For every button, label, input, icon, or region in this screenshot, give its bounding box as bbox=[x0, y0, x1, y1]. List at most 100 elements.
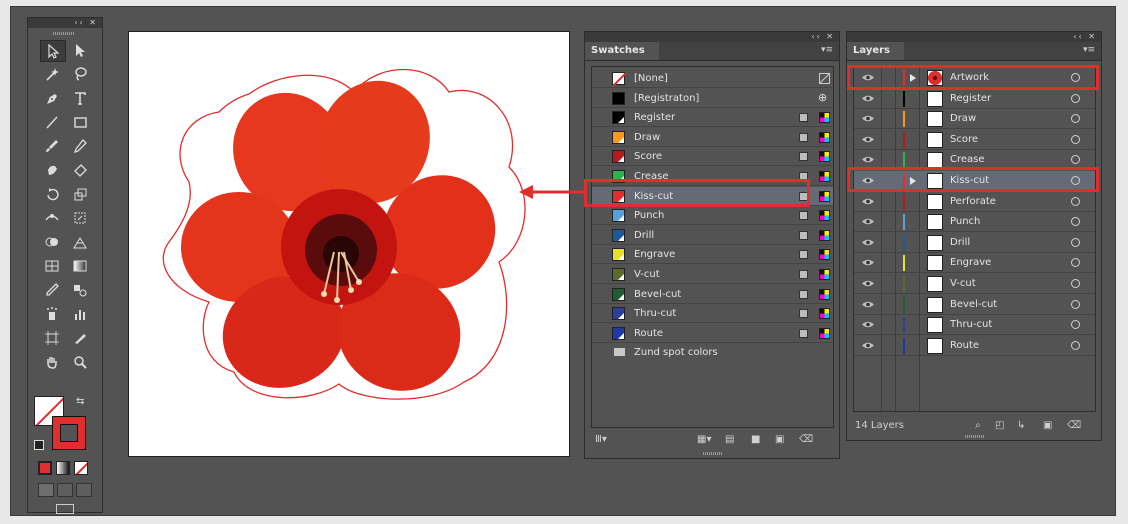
perspective-grid-tool-button[interactable] bbox=[68, 232, 92, 252]
new-swatch-icon[interactable]: ▣ bbox=[775, 434, 784, 445]
scale-tool-button[interactable] bbox=[68, 184, 92, 204]
panel-collapse-close-icon[interactable]: ‹‹ ✕ bbox=[74, 18, 98, 28]
layer-label[interactable]: Engrave bbox=[950, 253, 991, 273]
layer-row[interactable]: Thru-cut bbox=[854, 315, 1095, 336]
new-color-group-icon[interactable]: ■ bbox=[751, 434, 760, 445]
direct-selection-tool-button[interactable] bbox=[68, 40, 92, 60]
layer-label[interactable]: Draw bbox=[950, 109, 976, 129]
screen-mode-icon[interactable] bbox=[56, 504, 74, 514]
target-circle-icon[interactable] bbox=[1071, 93, 1080, 103]
color-mode-button[interactable] bbox=[38, 461, 52, 475]
layers-panel-header[interactable]: ‹‹ ✕ bbox=[847, 32, 1101, 42]
zoom-tool-button[interactable] bbox=[68, 352, 92, 372]
eraser-tool-button[interactable] bbox=[68, 160, 92, 180]
swatch-options-icon[interactable]: ▤ bbox=[725, 434, 734, 445]
swatch-row[interactable]: Draw bbox=[592, 128, 833, 147]
target-circle-icon[interactable] bbox=[1071, 258, 1080, 268]
blend-tool-button[interactable] bbox=[68, 280, 92, 300]
target-circle-icon[interactable] bbox=[1071, 320, 1080, 330]
pencil-tool-button[interactable] bbox=[68, 136, 92, 156]
layer-row[interactable]: Bevel-cut bbox=[854, 295, 1095, 315]
pen-tool-button[interactable] bbox=[40, 88, 64, 108]
layer-label[interactable]: Score bbox=[950, 130, 978, 150]
artboard-tool-button[interactable] bbox=[40, 328, 64, 348]
target-circle-icon[interactable] bbox=[1071, 217, 1080, 227]
layer-label[interactable]: Bevel-cut bbox=[950, 295, 997, 315]
target-circle-icon[interactable] bbox=[1071, 237, 1080, 247]
layer-row[interactable]: Score bbox=[854, 130, 1095, 150]
layer-label[interactable]: V-cut bbox=[950, 274, 976, 294]
layer-row[interactable]: Register bbox=[854, 89, 1095, 109]
layer-row[interactable]: Drill bbox=[854, 233, 1095, 253]
visibility-eye-icon[interactable] bbox=[862, 94, 874, 103]
swatch-row[interactable]: Thru-cut bbox=[592, 304, 833, 324]
layer-label[interactable]: Drill bbox=[950, 233, 970, 253]
free-transform-tool-button[interactable] bbox=[68, 208, 92, 228]
tab-swatches[interactable]: Swatches bbox=[585, 42, 659, 60]
swatches-panel-header[interactable]: ‹‹ ✕ bbox=[585, 32, 839, 42]
none-mode-button[interactable] bbox=[74, 461, 88, 475]
target-circle-icon[interactable] bbox=[1071, 155, 1080, 165]
swap-fill-stroke-icon[interactable]: ⇆ bbox=[76, 396, 84, 407]
selection-tool-button[interactable] bbox=[40, 40, 66, 62]
swatch-libraries-icon[interactable]: Ⅲ▾ bbox=[595, 434, 607, 445]
layer-row[interactable]: Route bbox=[854, 336, 1095, 356]
visibility-eye-icon[interactable] bbox=[862, 341, 874, 350]
default-fill-stroke-icon[interactable] bbox=[34, 440, 44, 450]
blob-brush-tool-button[interactable] bbox=[40, 160, 64, 180]
line-segment-tool-button[interactable] bbox=[40, 112, 64, 132]
draw-normal-button[interactable] bbox=[38, 483, 54, 497]
layer-row[interactable]: Engrave bbox=[854, 253, 1095, 274]
layer-row[interactable]: Perforate bbox=[854, 192, 1095, 212]
gradient-tool-button[interactable] bbox=[68, 256, 92, 276]
show-swatch-kinds-icon[interactable]: ▦▾ bbox=[697, 434, 711, 445]
panel-menu-icon[interactable]: ▾≡ bbox=[1083, 45, 1095, 55]
visibility-eye-icon[interactable] bbox=[862, 155, 874, 164]
slice-tool-button[interactable] bbox=[68, 328, 92, 348]
shape-builder-tool-button[interactable] bbox=[40, 232, 64, 252]
panel-menu-icon[interactable]: ▾≡ bbox=[821, 45, 833, 55]
panel-collapse-close-icon[interactable]: ‹‹ ✕ bbox=[1073, 32, 1097, 42]
swatch-row[interactable]: Route bbox=[592, 324, 833, 343]
tools-gripper[interactable] bbox=[53, 32, 75, 35]
rotate-tool-button[interactable] bbox=[40, 184, 64, 204]
target-circle-icon[interactable] bbox=[1071, 134, 1080, 144]
swatch-row[interactable]: [Registraton] ⊕ bbox=[592, 89, 833, 108]
type-tool-button[interactable] bbox=[68, 88, 92, 108]
layer-label[interactable]: Route bbox=[950, 336, 979, 356]
create-layer-icon[interactable]: ▣ bbox=[1043, 420, 1052, 431]
eyedropper-tool-button[interactable] bbox=[40, 280, 64, 300]
layer-row[interactable]: Punch bbox=[854, 212, 1095, 233]
delete-swatch-icon[interactable]: ⌫ bbox=[799, 434, 813, 445]
create-sublayer-icon[interactable]: ↳ bbox=[1017, 420, 1025, 431]
draw-behind-button[interactable] bbox=[57, 483, 73, 497]
target-circle-icon[interactable] bbox=[1071, 299, 1080, 309]
target-circle-icon[interactable] bbox=[1071, 114, 1080, 124]
layer-row[interactable]: Draw bbox=[854, 109, 1095, 130]
swatch-row[interactable]: V-cut bbox=[592, 265, 833, 284]
mesh-tool-button[interactable] bbox=[40, 256, 64, 276]
visibility-eye-icon[interactable] bbox=[862, 217, 874, 226]
symbol-sprayer-tool-button[interactable] bbox=[40, 304, 64, 324]
visibility-eye-icon[interactable] bbox=[862, 279, 874, 288]
layer-label[interactable]: Perforate bbox=[950, 192, 996, 212]
visibility-eye-icon[interactable] bbox=[862, 197, 874, 206]
swatch-row[interactable]: Engrave bbox=[592, 245, 833, 265]
target-circle-icon[interactable] bbox=[1071, 279, 1080, 288]
layer-label[interactable]: Register bbox=[950, 89, 991, 109]
rectangle-tool-button[interactable] bbox=[68, 112, 92, 132]
swatch-row[interactable]: Register bbox=[592, 108, 833, 128]
locate-object-icon[interactable]: ⌕ bbox=[975, 420, 981, 431]
target-circle-icon[interactable] bbox=[1071, 196, 1080, 206]
panel-collapse-close-icon[interactable]: ‹‹ ✕ bbox=[811, 32, 835, 42]
visibility-eye-icon[interactable] bbox=[862, 258, 874, 267]
visibility-eye-icon[interactable] bbox=[862, 135, 874, 144]
swatch-row[interactable]: Score bbox=[592, 147, 833, 167]
visibility-eye-icon[interactable] bbox=[862, 300, 874, 309]
swatch-row[interactable]: Bevel-cut bbox=[592, 285, 833, 304]
tab-layers[interactable]: Layers bbox=[847, 42, 904, 60]
swatches-gripper[interactable] bbox=[703, 452, 723, 455]
column-graph-tool-button[interactable] bbox=[68, 304, 92, 324]
swatch-folder-row[interactable]: Zund spot colors bbox=[592, 343, 833, 362]
width-tool-button[interactable] bbox=[40, 208, 64, 228]
